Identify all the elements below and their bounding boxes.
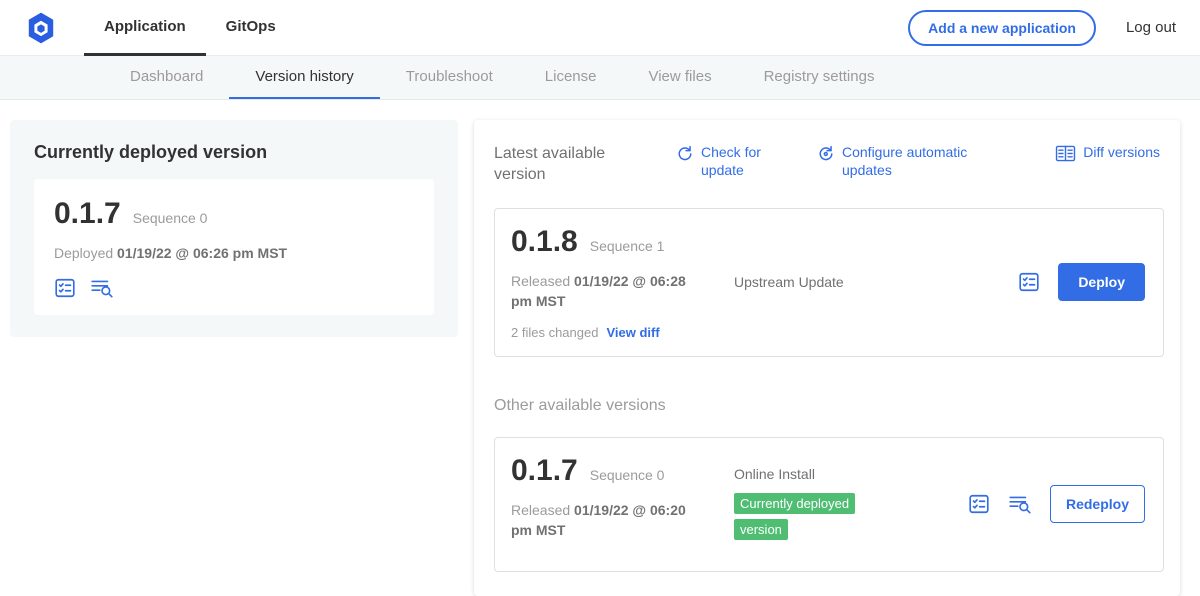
version-source: Upstream Update (716, 274, 1018, 290)
check-for-update-label: Check for update (701, 144, 777, 179)
subnav-view-files-label: View files (648, 68, 711, 85)
deployed-date: 01/19/22 @ 06:26 pm MST (117, 245, 287, 261)
version-row-actions: Deploy (1018, 263, 1147, 301)
currently-deployed-badge: Currently deployed version (734, 493, 855, 540)
view-files-icon[interactable] (1008, 493, 1032, 515)
files-changed-line: 2 files changed View diff (511, 325, 716, 340)
diff-versions-label: Diff versions (1083, 144, 1160, 162)
logout-button[interactable]: Log out (1126, 19, 1176, 36)
other-sequence: Sequence 0 (590, 467, 665, 483)
subnav-item-license[interactable]: License (519, 56, 623, 99)
deployed-version-line: 0.1.7 Sequence 0 (54, 197, 414, 231)
add-application-button[interactable]: Add a new application (908, 10, 1096, 46)
version-row-left: 0.1.7 Sequence 0 Released 01/19/22 @ 06:… (511, 454, 716, 555)
version-row-left: 0.1.8 Sequence 1 Released 01/19/22 @ 06:… (511, 225, 716, 341)
latest-version-line: 0.1.8 Sequence 1 (511, 225, 716, 259)
tab-application[interactable]: Application (84, 0, 206, 56)
version-history-panel: Latest available version Check for updat… (474, 120, 1180, 596)
release-notes-icon[interactable] (54, 277, 76, 299)
main-content: Currently deployed version 0.1.7 Sequenc… (0, 100, 1200, 596)
configure-automatic-updates-label: Configure automatic updates (842, 144, 992, 179)
subnav-version-history-label: Version history (255, 68, 353, 85)
tab-gitops-label: GitOps (226, 18, 276, 35)
release-notes-icon[interactable] (1018, 271, 1040, 293)
diff-versions-icon (1055, 145, 1076, 162)
deployed-label: Deployed (54, 245, 113, 261)
sub-nav: Dashboard Version history Troubleshoot L… (0, 56, 1200, 100)
other-version-number: 0.1.7 (511, 454, 578, 488)
subnav-license-label: License (545, 68, 597, 85)
tab-application-label: Application (104, 18, 186, 35)
subnav-item-troubleshoot[interactable]: Troubleshoot (380, 56, 519, 99)
diff-versions-button[interactable]: Diff versions (1055, 144, 1160, 162)
subnav-item-version-history[interactable]: Version history (229, 56, 379, 99)
version-row-actions: Redeploy (968, 485, 1147, 523)
released-label: Released (511, 273, 570, 289)
currently-deployed-panel: Currently deployed version 0.1.7 Sequenc… (10, 120, 458, 337)
panel-header: Latest available version Check for updat… (494, 144, 1164, 186)
top-tabs: Application GitOps (84, 0, 296, 56)
released-label: Released (511, 502, 570, 518)
view-files-icon[interactable] (90, 277, 114, 299)
version-source: Online Install (734, 466, 968, 482)
deploy-button[interactable]: Deploy (1058, 263, 1145, 301)
deployed-version-card: 0.1.7 Sequence 0 Deployed 01/19/22 @ 06:… (34, 179, 434, 315)
subnav-item-dashboard[interactable]: Dashboard (104, 56, 229, 99)
deployed-badge-wrap: Currently deployed version (734, 491, 886, 543)
version-row-0-1-7: 0.1.7 Sequence 0 Released 01/19/22 @ 06:… (494, 437, 1164, 572)
latest-available-title: Latest available version (494, 144, 636, 186)
other-released-line: Released 01/19/22 @ 06:20 pm MST (511, 500, 706, 541)
tab-gitops[interactable]: GitOps (206, 0, 296, 56)
auto-update-icon (817, 145, 835, 163)
redeploy-button[interactable]: Redeploy (1050, 485, 1145, 523)
latest-version-number: 0.1.8 (511, 225, 578, 259)
deployed-sequence: Sequence 0 (133, 210, 208, 226)
subnav-item-registry-settings[interactable]: Registry settings (738, 56, 901, 99)
refresh-icon (676, 145, 694, 163)
latest-released-line: Released 01/19/22 @ 06:28 pm MST (511, 271, 706, 312)
app-logo-icon (24, 11, 58, 45)
deployed-actions (54, 277, 414, 299)
view-diff-link[interactable]: View diff (606, 325, 659, 340)
subnav-registry-settings-label: Registry settings (764, 68, 875, 85)
subnav-dashboard-label: Dashboard (130, 68, 203, 85)
top-nav: Application GitOps Add a new application… (0, 0, 1200, 56)
latest-sequence: Sequence 1 (590, 238, 665, 254)
version-row-0-1-8: 0.1.8 Sequence 1 Released 01/19/22 @ 06:… (494, 208, 1164, 358)
top-nav-right: Add a new application Log out (908, 10, 1176, 46)
deployed-version-number: 0.1.7 (54, 197, 121, 231)
release-notes-icon[interactable] (968, 493, 990, 515)
version-source-block: Online Install Currently deployed versio… (716, 466, 968, 543)
subnav-item-view-files[interactable]: View files (622, 56, 737, 99)
deployed-date-line: Deployed 01/19/22 @ 06:26 pm MST (54, 243, 414, 263)
other-version-line: 0.1.7 Sequence 0 (511, 454, 716, 488)
currently-deployed-title: Currently deployed version (34, 142, 434, 163)
check-for-update-button[interactable]: Check for update (676, 144, 777, 179)
subnav-troubleshoot-label: Troubleshoot (406, 68, 493, 85)
other-versions-title: Other available versions (494, 397, 1164, 415)
configure-automatic-updates-button[interactable]: Configure automatic updates (817, 144, 992, 179)
files-changed-text: 2 files changed (511, 325, 598, 340)
